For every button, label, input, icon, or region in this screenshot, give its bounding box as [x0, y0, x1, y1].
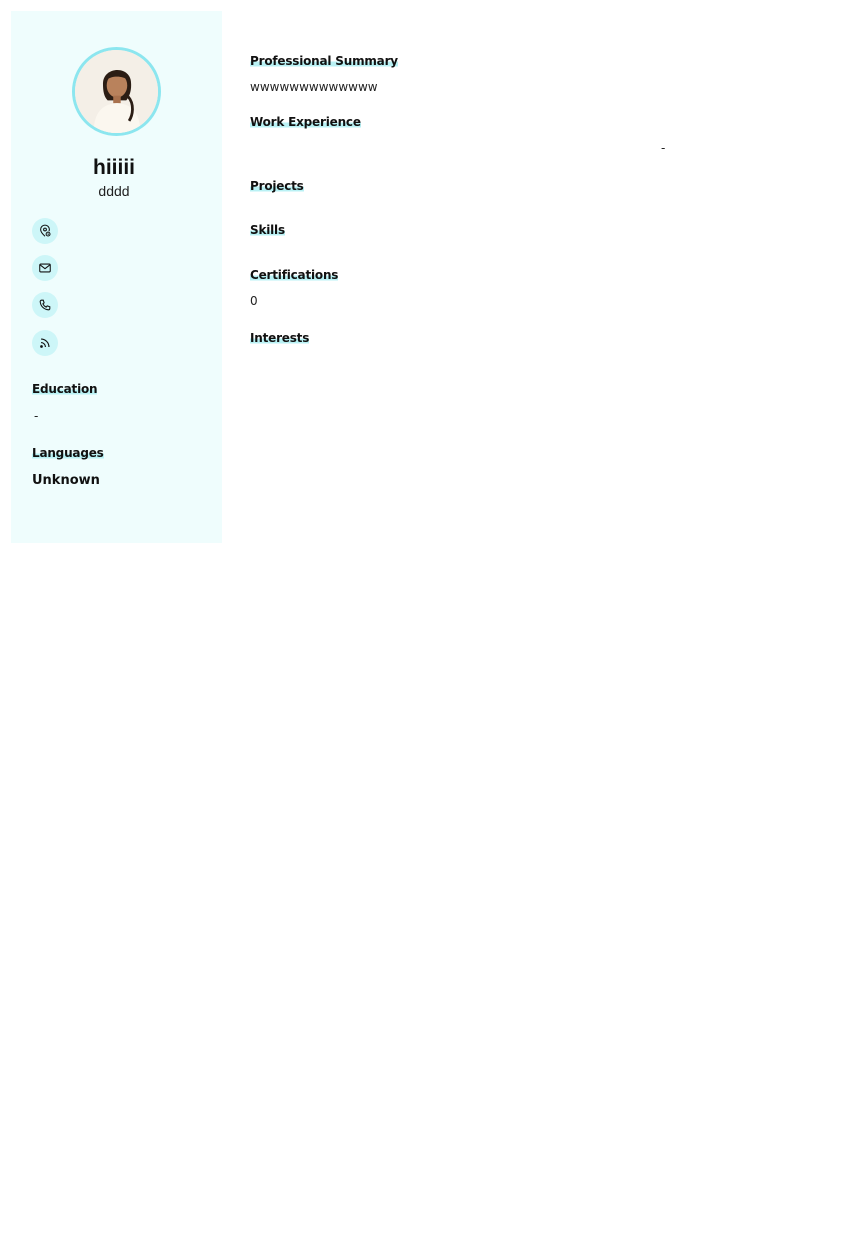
education-value: - [34, 409, 39, 423]
experience-heading: Work Experience [250, 115, 361, 129]
education-heading: Education [32, 382, 98, 396]
rss-icon [32, 330, 58, 356]
sidebar: hiiiii dddd Education - Languages Unknow… [11, 11, 222, 543]
profile-name: hiiiii [93, 156, 135, 179]
profile-photo [75, 50, 158, 133]
certifications-value: 0 [250, 294, 258, 308]
summary-heading: Professional Summary [250, 54, 398, 68]
avatar [72, 47, 161, 136]
location-icon [32, 218, 58, 244]
experience-date-separator: - [661, 141, 666, 155]
mail-icon [32, 255, 58, 281]
interests-heading: Interests [250, 331, 310, 345]
profile-title: dddd [98, 183, 130, 199]
languages-heading: Languages [32, 446, 104, 460]
summary-text: wwwwwwwwwwwww [250, 80, 378, 94]
languages-value: Unknown [32, 473, 100, 488]
projects-heading: Projects [250, 179, 304, 193]
skills-heading: Skills [250, 223, 285, 237]
certifications-heading: Certifications [250, 268, 339, 282]
phone-icon [32, 292, 58, 318]
